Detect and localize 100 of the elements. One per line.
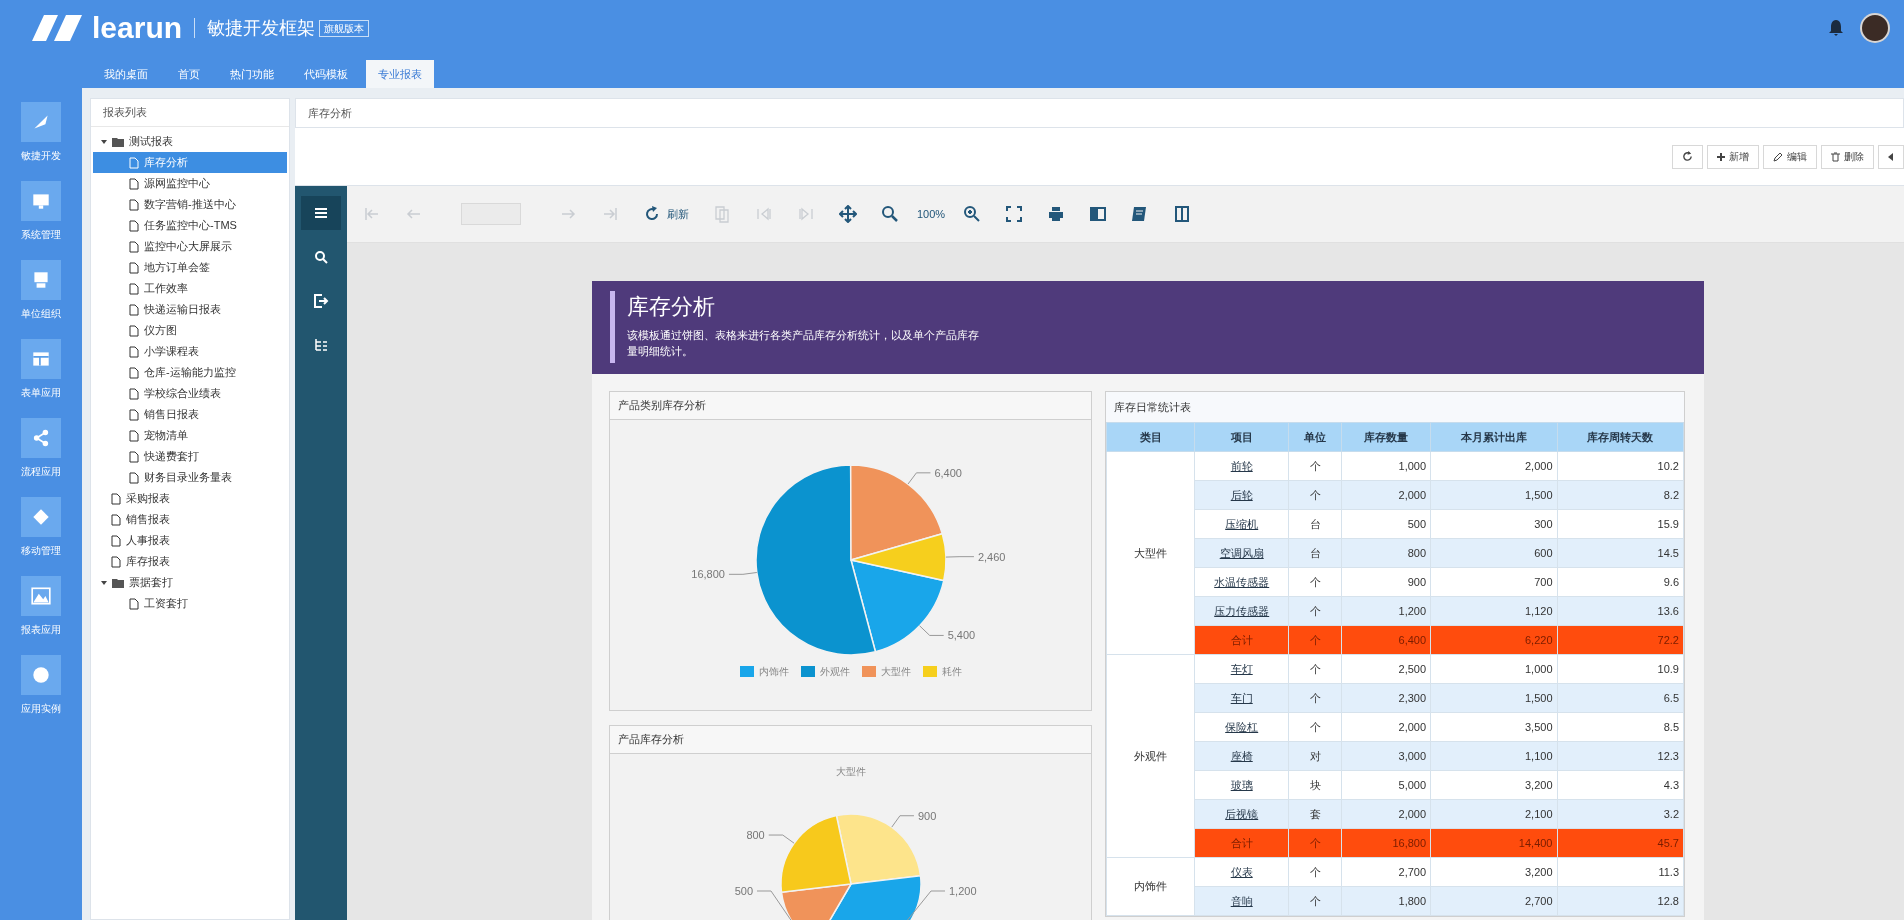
table-cell: 2,000 <box>1430 451 1557 481</box>
tree-item[interactable]: 数字营销-推送中心 <box>93 194 287 215</box>
table-cell: 3.2 <box>1557 799 1684 829</box>
column-header: 库存周转天数 <box>1557 422 1684 452</box>
item-link[interactable]: 车灯 <box>1230 662 1253 675</box>
table-cell: 4.3 <box>1557 770 1684 800</box>
tree-item[interactable]: 工作效率 <box>93 278 287 299</box>
data-label: 1,200 <box>948 885 977 897</box>
table-cell: 1,000 <box>1341 451 1431 481</box>
item-link[interactable]: 音响 <box>1230 894 1253 907</box>
legend-label: 大型件 <box>880 665 911 679</box>
zoom-level[interactable]: 100% <box>917 205 946 223</box>
tree-item[interactable]: 学校综合业绩表 <box>93 383 287 404</box>
refresh-button[interactable]: 刷新 <box>637 199 695 229</box>
column-header: 类目 <box>1106 422 1195 452</box>
table-cell: 9.6 <box>1557 567 1684 597</box>
table-cell: 3,500 <box>1430 712 1557 742</box>
table-cell: 6,220 <box>1430 625 1557 655</box>
tree-item[interactable]: 财务目录业务量表 <box>93 467 287 488</box>
tree-item[interactable]: 人事报表 <box>93 530 287 551</box>
table-cell: 2,700 <box>1430 886 1557 916</box>
table-cell: 1,800 <box>1341 886 1431 916</box>
item-link[interactable]: 压缩机 <box>1225 517 1259 530</box>
edit-button[interactable]: 编辑 <box>1763 144 1817 169</box>
table-cell: 2,000 <box>1341 712 1431 742</box>
table-cell: 800 <box>1341 538 1431 568</box>
tree-item[interactable]: 销售报表 <box>93 509 287 530</box>
table-title: 库存日常统计表 <box>1106 392 1684 422</box>
app-title: 敏捷开发框架 <box>207 16 316 40</box>
tree-item[interactable]: 监控中心大屏展示 <box>93 236 287 257</box>
tree-title: 报表列表 <box>91 99 289 127</box>
table-cell: 700 <box>1430 567 1557 597</box>
data-label: 6,400 <box>933 466 962 479</box>
tree-item[interactable]: 快递运输日报表 <box>93 299 287 320</box>
table-cell: 合计 <box>1194 828 1289 858</box>
table-cell: 2,100 <box>1430 799 1557 829</box>
tree-item[interactable]: 销售日报表 <box>93 404 287 425</box>
table-cell: 10.9 <box>1557 654 1684 684</box>
table-cell: 5,000 <box>1341 770 1431 800</box>
table-cell: 14,400 <box>1430 828 1557 858</box>
tree-item[interactable]: 任务监控中心-TMS <box>93 215 287 236</box>
tree-item[interactable]: 测试报表 <box>93 131 287 152</box>
item-link[interactable]: 前轮 <box>1230 459 1253 472</box>
data-label: 5,400 <box>947 629 975 642</box>
table-cell: 8.2 <box>1557 480 1684 510</box>
table-cell: 72.2 <box>1557 625 1684 655</box>
data-label: 2,460 <box>977 550 1005 563</box>
item-link[interactable]: 仪表 <box>1230 865 1253 878</box>
data-label: 800 <box>745 829 765 842</box>
panel-title: 产品类别库存分析 <box>610 392 1091 420</box>
tree-item[interactable]: 源网监控中心 <box>93 173 287 194</box>
table-cell: 内饰件 <box>1106 857 1195 916</box>
panel-title: 产品库存分析 <box>610 726 1091 754</box>
report-title: 库存分析 <box>627 293 716 321</box>
tree-item[interactable]: 小学课程表 <box>93 341 287 362</box>
tree-item[interactable]: 票据套打 <box>93 572 287 593</box>
table-cell: 900 <box>1341 567 1431 597</box>
column-header: 本月累计出库 <box>1430 422 1557 452</box>
table-cell: 15.9 <box>1557 509 1684 539</box>
table-cell: 1,500 <box>1430 683 1557 713</box>
table-cell: 2,000 <box>1341 799 1431 829</box>
table-cell: 500 <box>1341 509 1431 539</box>
item-link[interactable]: 保险杠 <box>1225 720 1259 733</box>
table-cell: 8.5 <box>1557 712 1684 742</box>
tree-item[interactable]: 采购报表 <box>93 488 287 509</box>
add-button[interactable]: 新增 <box>1707 144 1759 169</box>
table-cell: 300 <box>1430 509 1557 539</box>
table-cell: 16,800 <box>1341 828 1431 858</box>
table-cell: 合计 <box>1194 625 1289 655</box>
logo-text: learun <box>92 13 183 43</box>
tree-item[interactable]: 快递费套打 <box>93 446 287 467</box>
legend-label: 耗件 <box>941 665 962 679</box>
table-cell: 6,400 <box>1341 625 1431 655</box>
table-cell: 1,000 <box>1430 654 1557 684</box>
tree-item[interactable]: 仪方图 <box>93 320 287 341</box>
tree-item[interactable]: 库存报表 <box>93 551 287 572</box>
table-cell: 2,300 <box>1341 683 1431 713</box>
table-cell: 11.3 <box>1557 857 1684 887</box>
legend-label: 内饰件 <box>758 665 789 679</box>
item-link[interactable]: 玻璃 <box>1230 778 1253 791</box>
item-link[interactable]: 后视镜 <box>1225 807 1259 820</box>
table-cell: 1,200 <box>1341 596 1431 626</box>
table-cell: 45.7 <box>1557 828 1684 858</box>
legend-label: 外观件 <box>819 665 850 679</box>
tree-item[interactable]: 地方订单会签 <box>93 257 287 278</box>
table-cell: 2,500 <box>1341 654 1431 684</box>
tree-item[interactable]: 宠物清单 <box>93 425 287 446</box>
table-cell: 外观件 <box>1106 654 1195 858</box>
item-link[interactable]: 座椅 <box>1230 749 1253 762</box>
item-link[interactable]: 后轮 <box>1230 488 1253 501</box>
delete-button[interactable]: 删除 <box>1821 144 1874 169</box>
table-cell: 12.8 <box>1557 886 1684 916</box>
tree-item[interactable]: 工资套打 <box>93 593 287 614</box>
table-cell: 大型件 <box>1106 451 1195 655</box>
tree-item[interactable]: 仓库-运输能力监控 <box>93 362 287 383</box>
top-tab[interactable]: 专业报表 <box>366 60 434 88</box>
table-cell: 3,200 <box>1430 770 1557 800</box>
item-link[interactable]: 车门 <box>1230 691 1253 704</box>
column-header: 单位 <box>1288 422 1342 452</box>
edition-badge: 旗舰版本 <box>319 19 370 37</box>
